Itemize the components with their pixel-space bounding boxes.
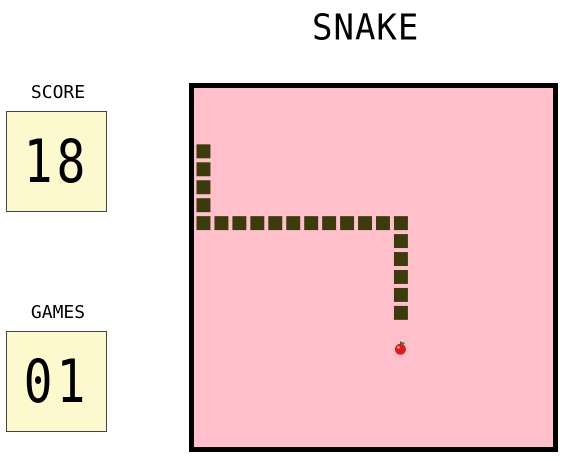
snake-segment	[393, 234, 408, 249]
score-display: 18	[6, 111, 107, 212]
game-title: SNAKE	[312, 7, 420, 49]
games-display: 01	[6, 331, 107, 432]
board-canvas	[196, 144, 408, 355]
score-value: 18	[23, 126, 90, 197]
snake-segment	[322, 216, 337, 231]
snake-segment	[214, 216, 229, 231]
snake-head-segment	[393, 305, 408, 320]
snake-segment	[393, 270, 408, 284]
snake-segment	[196, 162, 211, 177]
snake-segment	[250, 216, 265, 231]
snake-segment	[393, 287, 408, 302]
games-value: 01	[23, 346, 90, 417]
game-board[interactable]	[189, 83, 558, 452]
snake-segment	[393, 216, 408, 231]
snake-tail-segment	[196, 144, 211, 159]
snake-segment	[358, 216, 372, 231]
snake-segment	[286, 216, 301, 231]
games-label: GAMES	[30, 302, 86, 323]
snake-segment	[304, 216, 319, 231]
snake-segment	[376, 216, 390, 231]
score-label: SCORE	[30, 82, 86, 103]
snake-segment	[232, 216, 247, 231]
game-window: SNAKE SCORE 18 GAMES 01	[0, 0, 569, 461]
apple-icon	[394, 341, 406, 355]
snake-segment	[393, 252, 408, 266]
snake-segment	[196, 180, 211, 195]
snake-segment	[196, 198, 211, 213]
snake-segment	[196, 216, 211, 231]
snake-segment	[268, 216, 283, 231]
snake-segment	[340, 216, 355, 231]
